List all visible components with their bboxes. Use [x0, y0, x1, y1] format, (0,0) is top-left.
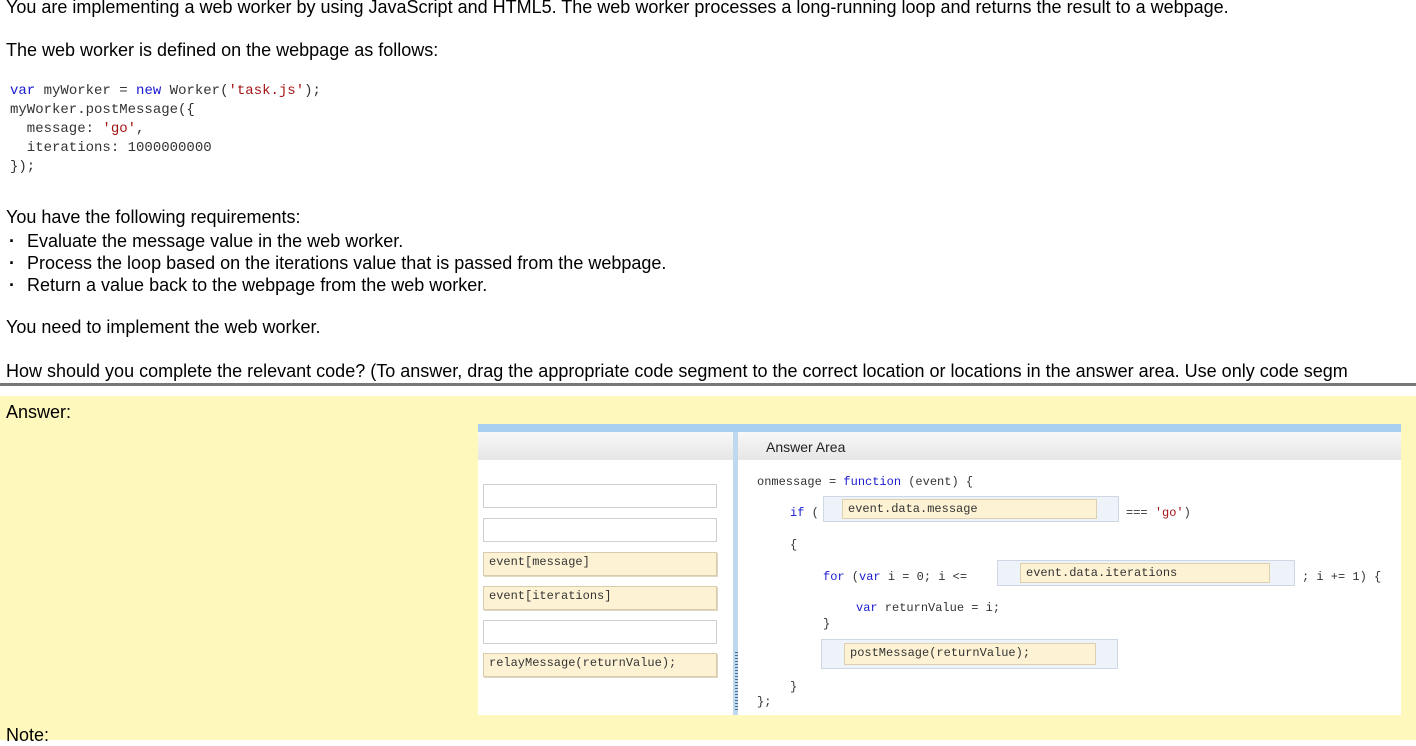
answer-panel: Answer: Answer Area event[message] event… — [0, 396, 1416, 745]
source-segment[interactable]: event[iterations] — [483, 586, 717, 610]
placed-segment[interactable]: postMessage(returnValue); — [844, 643, 1096, 665]
code-text: Worker( — [161, 83, 229, 99]
code-text: i = 0; i <= — [880, 570, 968, 584]
code-line: for (var i = 0; i <= — [823, 570, 967, 584]
source-segment-empty[interactable] — [483, 620, 717, 644]
code-text: message: — [10, 121, 103, 137]
code-line: }; — [757, 695, 772, 709]
code-text: , — [136, 121, 145, 137]
worker-definition-code: var myWorker = new Worker('task.js'); my… — [10, 82, 321, 177]
code-text: ( — [804, 506, 819, 520]
drop-target-iterations[interactable]: event.data.iterations — [997, 560, 1295, 586]
code-text: returnValue = i; — [877, 601, 1001, 615]
source-segment[interactable]: relayMessage(returnValue); — [483, 653, 717, 677]
widget-top-bar — [478, 424, 1401, 432]
divider — [0, 383, 1416, 386]
drag-drop-widget: Answer Area event[message] event[iterati… — [478, 424, 1401, 715]
code-text: onmessage = — [757, 475, 844, 489]
code-line: } — [790, 680, 798, 694]
code-text: ( — [844, 570, 860, 584]
list-item: Return a value back to the webpage from … — [6, 274, 666, 296]
code-line: === 'go') — [1126, 506, 1191, 520]
code-text: (event) { — [901, 475, 974, 489]
code-text: === — [1126, 506, 1155, 520]
drop-target-message[interactable]: event.data.message — [823, 496, 1119, 522]
code-line: if ( — [790, 506, 819, 520]
need-text: You need to implement the web worker. — [6, 317, 321, 337]
code-string: 'go' — [1154, 506, 1184, 520]
source-panel-header — [478, 432, 733, 460]
requirements-list: Evaluate the message value in the web wo… — [6, 230, 666, 296]
list-item: Evaluate the message value in the web wo… — [6, 230, 666, 252]
code-string: 'go' — [102, 121, 137, 137]
definition-text: The web worker is defined on the webpage… — [6, 40, 439, 60]
code-line: onmessage = function (event) { — [757, 475, 973, 489]
note-label: Note: — [6, 725, 50, 745]
splitter-grip-icon[interactable] — [735, 652, 738, 712]
instruction-text: How should you complete the relevant cod… — [6, 361, 1348, 381]
code-text: myWorker.postMessage({ — [10, 102, 195, 118]
code-text: iterations: 1000000000 — [10, 140, 212, 156]
code-text: ); — [304, 83, 321, 99]
placed-segment[interactable]: event.data.iterations — [1020, 563, 1270, 583]
code-line: } — [823, 617, 831, 631]
code-keyword: var — [10, 83, 36, 99]
answer-area-title: Answer Area — [766, 439, 846, 455]
intro-text: You are implementing a web worker by usi… — [6, 0, 1229, 17]
code-line: ; i += 1) { — [1302, 570, 1382, 584]
code-line: { — [790, 538, 798, 552]
source-segment[interactable]: event[message] — [483, 552, 717, 576]
source-segment-empty[interactable] — [483, 518, 717, 542]
requirements-heading: You have the following requirements: — [6, 207, 301, 227]
drop-target-return[interactable]: postMessage(returnValue); — [821, 639, 1118, 669]
answer-label: Answer: — [6, 402, 72, 422]
code-string: 'task.js' — [228, 83, 305, 99]
code-text: myWorker = — [35, 83, 137, 99]
code-keyword: for — [823, 570, 845, 584]
code-keyword: new — [136, 83, 162, 99]
placed-segment[interactable]: event.data.message — [842, 499, 1097, 519]
source-segment-empty[interactable] — [483, 484, 717, 508]
code-text: }); — [10, 159, 36, 175]
code-line: var returnValue = i; — [856, 601, 1000, 615]
code-text: ) — [1183, 506, 1191, 520]
list-item: Process the loop based on the iterations… — [6, 252, 666, 274]
answer-area-header: Answer Area — [738, 432, 1401, 460]
code-keyword: var — [856, 601, 878, 615]
code-keyword: var — [859, 570, 881, 584]
code-keyword: if — [790, 506, 805, 520]
code-keyword: function — [843, 475, 902, 489]
